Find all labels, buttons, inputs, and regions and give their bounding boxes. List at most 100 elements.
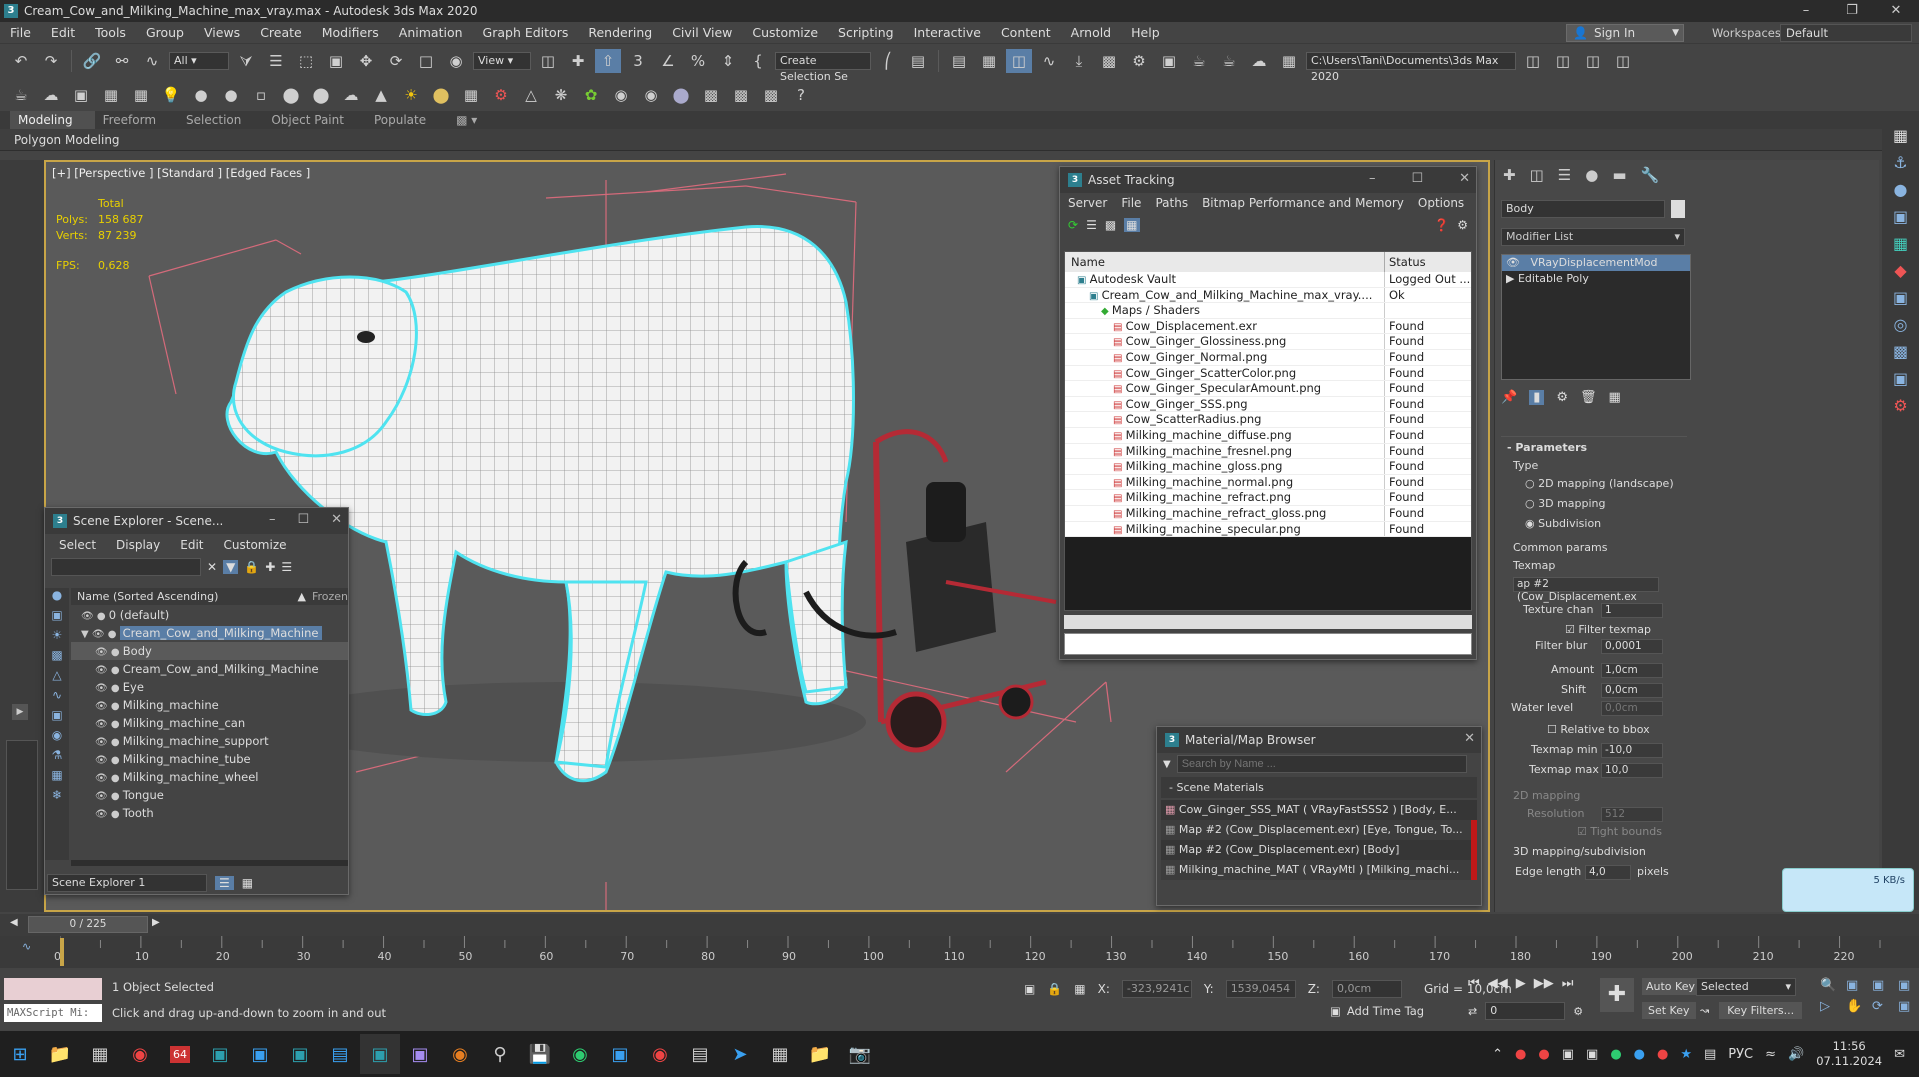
volume-icon[interactable]: 🔊	[1788, 1047, 1804, 1062]
isolate-icon[interactable]: ▣	[1024, 982, 1035, 996]
visibility-eye-icon[interactable]: ▼ 👁 ●	[81, 629, 120, 640]
menu-arnold[interactable]: Arnold	[1061, 25, 1121, 40]
maxscript-listener[interactable]	[4, 978, 102, 1000]
render-cloud-icon[interactable]: ☁	[1246, 49, 1272, 73]
texmap-button[interactable]: ap #2 (Cow_Displacement.ex	[1513, 577, 1659, 603]
render-production-icon[interactable]: ☕	[1186, 49, 1212, 73]
list-item[interactable]: 👁 ● Body	[71, 642, 348, 660]
3dsmax-icon[interactable]: ▣	[200, 1034, 240, 1074]
tool10-icon[interactable]: ⚙	[1893, 396, 1907, 415]
notification-icon[interactable]: ✉	[1894, 1047, 1905, 1062]
table-row[interactable]: ▣ Cream_Cow_and_Milking_Machine_max_vray…	[1065, 287, 1471, 304]
layers-icon[interactable]: ☰	[281, 560, 292, 574]
menu-rendering[interactable]: Rendering	[578, 25, 662, 40]
visibility-eye-icon[interactable]: 👁 ●	[95, 647, 123, 658]
tab-object-paint[interactable]: Object Paint	[263, 111, 366, 129]
menu-display[interactable]: Display	[116, 538, 160, 552]
configure-sets-icon[interactable]: ▦	[1609, 390, 1621, 405]
teapot-icon[interactable]: ☕	[8, 83, 34, 107]
stack-item-vray-displacement[interactable]: 👁 VRayDisplacementMod	[1502, 255, 1690, 271]
menu-file[interactable]: File	[0, 25, 41, 40]
schematic-view-icon[interactable]: ⤓	[1066, 49, 1092, 73]
z-field[interactable]: 0,0cm	[1331, 980, 1402, 998]
pin-stack-icon[interactable]: 📌	[1501, 390, 1517, 405]
percent-snap-icon[interactable]: %	[685, 49, 711, 73]
zoom-all-icon[interactable]: ▣	[1846, 978, 1866, 993]
menu-animation[interactable]: Animation	[389, 25, 473, 40]
column-name-header[interactable]: Name (Sorted Ascending)	[77, 590, 297, 603]
material-browser-titlebar[interactable]: 3 Material/Map Browser ✕	[1157, 727, 1481, 753]
display-objects-icon[interactable]: ●	[45, 588, 69, 608]
menu-content[interactable]: Content	[991, 25, 1061, 40]
list-item[interactable]: 👁 ● Eye	[71, 678, 348, 696]
table-icon[interactable]: ▦	[1124, 218, 1140, 232]
menu-options[interactable]: Options	[1418, 196, 1464, 210]
task-view-icon[interactable]: ▦	[80, 1034, 120, 1074]
visibility-eye-icon[interactable]: 👁 ●	[95, 773, 123, 784]
asset-hscroll[interactable]	[1064, 615, 1472, 629]
zoom-extents-all-icon[interactable]: ▣	[1898, 978, 1918, 993]
rotate-icon[interactable]: ⟳	[383, 49, 409, 73]
vray-help-icon[interactable]: ?	[788, 83, 814, 107]
relative-bbox-checkbox[interactable]: ☐ Relative to bbox	[1547, 723, 1650, 736]
table-row[interactable]: ▤ Milking_machine_refract_gloss.png Found	[1065, 505, 1471, 522]
unlink-icon[interactable]: ⚯	[109, 49, 135, 73]
material-list-item[interactable]: ▦ Milking_machine_MAT ( VRayMtl ) [Milki…	[1161, 860, 1477, 880]
visibility-eye-icon[interactable]: 👁 ●	[95, 755, 123, 766]
y-field[interactable]: 1539,0454	[1225, 980, 1296, 998]
list-item[interactable]: 👁 ● Milking_machine_support	[71, 732, 348, 750]
col-status[interactable]: Status	[1385, 252, 1426, 272]
filter-texmap-checkbox[interactable]: ☑ Filter texmap	[1565, 623, 1651, 636]
vray-settings-icon[interactable]: ▦	[98, 83, 124, 107]
move-icon[interactable]: ✥	[353, 49, 379, 73]
angle-snap-icon[interactable]: ∠	[655, 49, 681, 73]
texmap-max-spinner[interactable]: 10,0	[1601, 763, 1663, 778]
table-row[interactable]: ▤ Cow_Ginger_ScatterColor.png Found	[1065, 365, 1471, 382]
list-item[interactable]: 👁 ● Milking_machine_can	[71, 714, 348, 732]
visibility-eye-icon[interactable]: 👁 ●	[95, 665, 123, 676]
manipulate-icon[interactable]: ✚	[565, 49, 591, 73]
edge-length-spinner[interactable]: 4,0	[1585, 865, 1631, 880]
display-geometry-icon[interactable]: ▣	[45, 608, 69, 628]
auto-key-button[interactable]: Auto Key	[1642, 978, 1699, 995]
app-teal-icon[interactable]: ▣	[280, 1034, 320, 1074]
menu-scripting[interactable]: Scripting	[828, 25, 904, 40]
vray-grid-icon[interactable]: ▦	[458, 83, 484, 107]
layer-explorer-icon[interactable]: ▤	[946, 49, 972, 73]
modify-tab-icon[interactable]: ◫	[1530, 166, 1544, 184]
close-icon[interactable]: ✕	[1459, 171, 1470, 186]
play-icon[interactable]: ▶	[1516, 976, 1526, 991]
layer-sort-icon[interactable]: ☰	[215, 876, 234, 890]
spinner-snap-icon[interactable]: ⇕	[715, 49, 741, 73]
table-row[interactable]: ▤ Milking_machine_gloss.png Found	[1065, 459, 1471, 475]
radio-subdivision[interactable]: ◉ Subdivision	[1525, 517, 1601, 530]
maximize-viewport-icon[interactable]: ▣	[1898, 999, 1918, 1014]
table-row[interactable]: ◆ Maps / Shaders	[1065, 303, 1471, 319]
table-row[interactable]: ▤ Cow_Displacement.exr Found	[1065, 318, 1471, 335]
tight-bounds-checkbox[interactable]: ☑ Tight bounds	[1577, 825, 1662, 838]
column-frozen-header[interactable]: Frozen	[312, 590, 348, 603]
wifi-icon[interactable]: ≈	[1765, 1047, 1776, 1062]
keyboard-shortcut-icon[interactable]: ⇧	[595, 49, 621, 73]
table-row[interactable]: ▤ Milking_machine_fresnel.png Found	[1065, 443, 1471, 460]
list-item[interactable]: 👁 ● Milking_machine_tube	[71, 750, 348, 768]
close-icon[interactable]: ✕	[331, 512, 342, 527]
vray-sphere-icon[interactable]: ⬤	[278, 83, 304, 107]
display-xrefs-icon[interactable]: ◉	[45, 728, 69, 748]
redo-icon[interactable]: ↷	[38, 49, 64, 73]
vray-volume-icon[interactable]: ◉	[608, 83, 634, 107]
shift-spinner[interactable]: 0,0cm	[1601, 683, 1663, 698]
material-list-item[interactable]: ▦ Cow_Ginger_SSS_MAT ( VRayFastSSS2 ) [B…	[1161, 800, 1477, 820]
vray-scene-icon[interactable]: ▩	[728, 83, 754, 107]
lock-icon[interactable]: 🔒	[244, 560, 259, 574]
language-indicator[interactable]: РУС	[1728, 1047, 1753, 1062]
vray-sun-icon[interactable]: ☀	[398, 83, 424, 107]
stack-item-editable-poly[interactable]: ▶ Editable Poly	[1502, 271, 1690, 287]
tray-app1-icon[interactable]: ●	[1515, 1047, 1526, 1062]
pivot-icon[interactable]: ◫	[535, 49, 561, 73]
set-key-button[interactable]: Set Key	[1642, 1002, 1696, 1019]
list-item[interactable]: 👁 ● Tongue	[71, 786, 348, 804]
prev-frame-arrow-icon[interactable]: ◀	[10, 917, 18, 928]
checker-icon[interactable]: ▦	[1893, 126, 1908, 145]
vray-sphere2-icon[interactable]: ⬤	[308, 83, 334, 107]
